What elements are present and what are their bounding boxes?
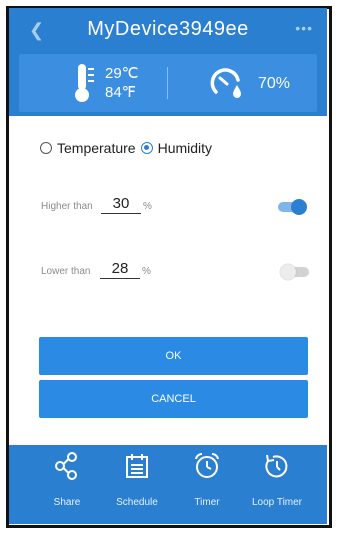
tab-loop-timer[interactable]: Loop Timer — [247, 451, 307, 508]
radio-humidity[interactable] — [140, 142, 153, 154]
tab-loop-timer-label: Loop Timer — [251, 497, 303, 508]
humidity-gauge-icon — [210, 68, 241, 98]
bottom-tab-bar: Share Schedule Timer Loop Timer — [9, 445, 327, 524]
tab-timer[interactable]: Timer — [177, 451, 237, 508]
readings-panel: 29℃ 84℉ 70% — [19, 54, 317, 112]
toggle-knob — [280, 264, 296, 280]
lower-than-toggle[interactable] — [280, 264, 309, 280]
radio-temperature[interactable] — [40, 142, 52, 154]
higher-than-input[interactable]: 30 — [101, 195, 141, 214]
page-title: MyDevice3949ee — [87, 18, 249, 40]
temperature-readout: 29℃ 84℉ — [105, 64, 139, 102]
lower-than-unit: % — [142, 266, 151, 277]
calendar-icon — [126, 454, 148, 478]
temperature-fahrenheit: 84℉ — [105, 84, 136, 101]
tab-timer-label: Timer — [194, 497, 220, 508]
lower-than-label: Lower than — [41, 266, 91, 277]
higher-than-unit: % — [143, 201, 152, 212]
alarm-clock-icon — [195, 452, 219, 478]
cancel-button[interactable]: CANCEL — [39, 380, 308, 418]
more-dots-icon[interactable]: ••• — [295, 20, 313, 36]
lower-than-input[interactable]: 28 — [100, 260, 140, 279]
header: ❮ MyDevice3949ee ••• 29℃ 84℉ 70% — [9, 8, 327, 116]
phone-screen: ❮ MyDevice3949ee ••• 29℃ 84℉ 70% Tempera… — [9, 8, 327, 524]
tab-share[interactable]: Share — [37, 451, 97, 508]
radio-humidity-label[interactable]: Humidity — [158, 140, 212, 156]
tab-share-label: Share — [53, 497, 81, 508]
toggle-knob — [291, 199, 307, 215]
radio-temperature-label[interactable]: Temperature — [57, 140, 136, 156]
temperature-celsius: 29℃ — [105, 65, 139, 82]
tab-schedule-label: Schedule — [116, 497, 158, 508]
lower-than-row: Lower than 28 % — [41, 260, 311, 284]
readings-divider — [167, 67, 168, 99]
mode-radio-group: Temperature Humidity — [40, 137, 217, 159]
tab-schedule[interactable]: Schedule — [107, 451, 167, 508]
ok-button[interactable]: OK — [39, 337, 308, 375]
humidity-readout: 70% — [258, 75, 291, 92]
top-bar: ❮ MyDevice3949ee ••• — [9, 8, 327, 52]
higher-than-toggle[interactable] — [278, 199, 307, 215]
thermometer-icon — [75, 64, 94, 102]
loop-clock-icon — [265, 454, 288, 478]
higher-than-row: Higher than 30 % — [41, 195, 311, 219]
share-icon — [55, 452, 77, 480]
higher-than-label: Higher than — [41, 201, 93, 212]
